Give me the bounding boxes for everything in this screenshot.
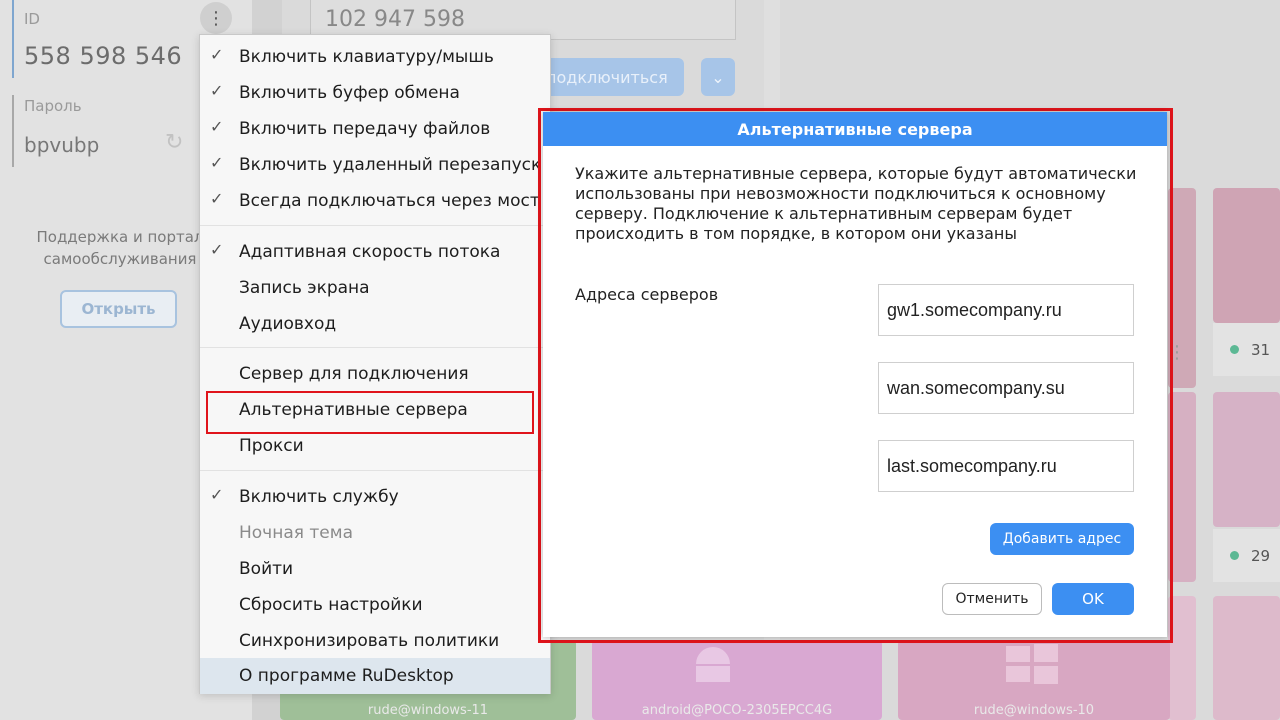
servers-label: Адреса серверов xyxy=(575,285,719,304)
menu-item-sync-policies[interactable]: Синхронизировать политики xyxy=(200,623,550,659)
check-icon: ✓ xyxy=(210,189,224,208)
cancel-button[interactable]: Отменить xyxy=(942,583,1042,615)
online-status-icon xyxy=(1230,345,1239,354)
device-tile-footer: 31 xyxy=(1213,323,1280,376)
windows-icon xyxy=(1004,642,1060,686)
add-address-button[interactable]: Добавить адрес xyxy=(990,523,1134,555)
chevron-down-icon: ⌄ xyxy=(711,67,725,87)
menu-item-id-server[interactable]: Сервер для подключения xyxy=(200,356,550,392)
menu-item-enable-service[interactable]: ✓ Включить службу xyxy=(200,479,550,515)
menu-item-always-relay[interactable]: ✓ Всегда подключаться через мост xyxy=(200,183,550,219)
menu-separator xyxy=(200,470,550,471)
password-value: bpvubp xyxy=(24,133,100,157)
settings-menu: ✓ Включить клавиатуру/мышь ✓ Включить бу… xyxy=(199,34,551,694)
more-options-icon[interactable]: ⋮ xyxy=(200,2,232,34)
dialog-title: Альтернативные сервера xyxy=(543,112,1167,146)
alternative-servers-dialog: Альтернативные сервера Укажите альтернат… xyxy=(543,112,1167,637)
connect-dropdown-button[interactable]: ⌄ xyxy=(701,58,735,96)
password-accent-bar xyxy=(12,95,14,167)
menu-item-enable-file-transfer[interactable]: ✓ Включить передачу файлов xyxy=(200,111,550,147)
check-icon: ✓ xyxy=(210,240,224,259)
device-tile-footer: 29 xyxy=(1213,529,1280,582)
device-tile-label: android@POCO-2305EPCC4G xyxy=(641,703,833,718)
menu-item-about[interactable]: О программе RuDesktop xyxy=(200,658,550,694)
server-address-input[interactable]: last.somecompany.ru xyxy=(878,440,1134,492)
menu-item-reset-settings[interactable]: Сбросить настройки xyxy=(200,587,550,623)
menu-item-dark-theme: Ночная тема xyxy=(239,523,353,543)
menu-item-enable-keyboard-mouse[interactable]: ✓ Включить клавиатуру/мышь xyxy=(200,39,550,75)
server-address-input[interactable]: wan.somecompany.su xyxy=(878,362,1134,414)
online-status-icon xyxy=(1230,551,1239,560)
device-tile[interactable] xyxy=(1213,596,1280,720)
support-text: Поддержка и портал самообслуживания xyxy=(36,228,204,268)
open-portal-button[interactable]: Открыть xyxy=(60,290,177,328)
check-icon: ✓ xyxy=(210,81,224,100)
device-tile-label: rude@windows-11 xyxy=(367,703,489,718)
highlight-annotation xyxy=(206,391,534,434)
menu-item-screen-recording[interactable]: Запись экрана xyxy=(200,270,550,306)
device-id-partial: 29 xyxy=(1251,546,1271,565)
password-label: Пароль xyxy=(24,97,82,115)
android-icon xyxy=(688,642,738,682)
menu-item-adaptive-bitrate[interactable]: ✓ Адаптивная скорость потока xyxy=(200,234,550,270)
id-label: ID xyxy=(24,10,40,28)
dialog-description: Укажите альтернативные сервера, которые … xyxy=(575,164,1137,243)
menu-item-login[interactable]: Войти xyxy=(200,551,550,587)
menu-separator xyxy=(200,225,550,226)
ok-button[interactable]: OK xyxy=(1052,583,1134,615)
device-tile[interactable] xyxy=(1213,188,1280,323)
device-id-partial: 31 xyxy=(1251,340,1271,359)
my-id-value: 558 598 546 xyxy=(24,42,183,70)
check-icon: ✓ xyxy=(210,485,224,504)
menu-separator xyxy=(200,347,550,348)
check-icon: ✓ xyxy=(210,153,224,172)
refresh-password-icon[interactable]: ↻ xyxy=(165,130,183,155)
id-accent-bar xyxy=(12,0,14,78)
menu-item-enable-remote-restart[interactable]: ✓ Включить удаленный перезапуск xyxy=(200,147,550,183)
device-tile-label: rude@windows-10 xyxy=(973,703,1095,718)
check-icon: ✓ xyxy=(210,45,224,64)
server-address-input[interactable]: gw1.somecompany.ru xyxy=(878,284,1134,336)
check-icon: ✓ xyxy=(210,117,224,136)
menu-item-audio-input[interactable]: Аудиовход xyxy=(200,306,550,342)
connect-button[interactable]: подключиться xyxy=(540,58,684,96)
menu-item-enable-clipboard[interactable]: ✓ Включить буфер обмена xyxy=(200,75,550,111)
device-tile[interactable] xyxy=(1213,392,1280,527)
